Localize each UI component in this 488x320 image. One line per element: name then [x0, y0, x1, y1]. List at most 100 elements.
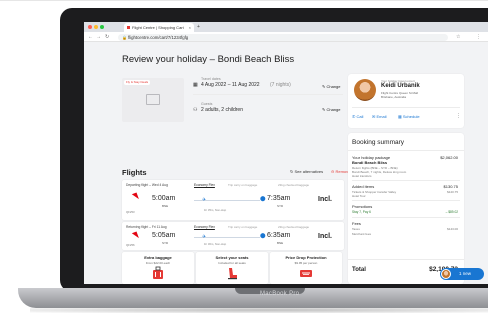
depart-time: 5:05am [152, 232, 176, 239]
segment-price: Incl. [318, 233, 333, 240]
change-dates-label: Change [326, 84, 341, 89]
change-dates-button[interactable]: ✎ Change [322, 84, 340, 89]
chat-label: 1 new [459, 271, 472, 276]
added-item-sub: Hotel Tour [352, 194, 366, 198]
new-tab-icon[interactable]: + [197, 24, 200, 30]
calendar-icon: ▦ [193, 82, 198, 88]
agent-divider [352, 107, 460, 108]
tag-icon [300, 270, 312, 277]
fees-label: Fees [352, 221, 361, 226]
see-alternatives-button[interactable]: ↻ See alternatives [290, 169, 323, 174]
close-tab-icon[interactable]: × [189, 25, 191, 30]
added-price: $130.75 [443, 184, 458, 189]
added-item-price: $120.75 [447, 190, 458, 194]
fees-merchant: Merchant fees [352, 232, 372, 236]
close-window-button[interactable] [88, 25, 92, 29]
travel-dates-value: 4 Aug 2022 – 11 Aug 2022 [201, 82, 260, 88]
change-guests-label: Change [326, 107, 341, 112]
airline-logo-icon [127, 192, 139, 203]
summary-divider [352, 180, 460, 181]
url-field[interactable]: 🔒 flightcentre.com/cart/7/1234fgfg [118, 33, 448, 41]
product-badge: Fly & Stay Deals [124, 80, 151, 85]
guests-label: Guests [201, 102, 213, 106]
depart-time: 5:00am [152, 195, 176, 202]
arrive-airport: BNE [277, 241, 284, 245]
forward-icon[interactable]: → [96, 34, 101, 40]
segment-heading: Returning flight – Fri 11 Aug [126, 225, 167, 229]
browser-tabbar: Flight Centre | Shopping Cart × + [84, 22, 488, 32]
total-label: Total [352, 267, 366, 273]
promo-label: Promotions [352, 204, 373, 209]
travel-dates-label: Travel dates [201, 77, 221, 81]
minimize-window-button[interactable] [94, 25, 98, 29]
carry-on-info: Trip carry on baggage [228, 225, 258, 229]
bookmark-icon[interactable]: ☆ [456, 34, 460, 40]
flight-number: QF253 [126, 210, 135, 214]
package-name: Bondi Beach Bliss [352, 160, 388, 165]
more-options-icon[interactable]: ⋮ [456, 113, 461, 119]
email-label: Email [376, 114, 387, 119]
suitcase-icon [153, 266, 163, 279]
extra-subtitle: From $22.00 each [145, 261, 171, 265]
destination-pin-icon: ⬤ [260, 196, 266, 202]
browser-tab[interactable]: Flight Centre | Shopping Cart × [124, 23, 194, 32]
chat-avatar [441, 269, 451, 279]
summary-divider [352, 200, 460, 201]
extra-title: Select your seats [215, 255, 249, 260]
summary-divider [348, 150, 464, 151]
browser-menu-icon[interactable]: ⋮ [476, 34, 481, 40]
promo-value: – $89.02 [445, 210, 458, 214]
fees-taxes-value: $143.00 [447, 227, 458, 231]
flight-number: QF256 [126, 243, 135, 247]
fare-link[interactable]: Economy Flex [194, 225, 215, 229]
chat-button[interactable]: 1 new [440, 268, 484, 280]
added-label: Added items [352, 184, 375, 189]
flight-segment-departing[interactable]: Departing flight – Wed 4 Aug Economy Fle… [122, 180, 344, 220]
reload-icon[interactable]: ↻ [105, 34, 109, 40]
agent-address-line2: Brisbane, Australia [381, 95, 407, 99]
seat-icon [228, 268, 237, 280]
airline-logo-icon [127, 231, 139, 242]
booking-summary: Booking summary Your holiday package $2,… [348, 133, 464, 284]
email-button[interactable]: ✉ Email [372, 114, 386, 119]
maximize-window-button[interactable] [100, 25, 104, 29]
checked-baggage-info: 23kg checked baggage [278, 183, 310, 187]
scene: MacBook Pro Flight Centre | Shopping Car… [0, 0, 488, 320]
arrive-time: 7:35am [267, 195, 291, 202]
extra-title: Price Drop Protection [285, 255, 327, 260]
segment-heading: Departing flight – Wed 4 Aug [126, 183, 168, 187]
carry-on-info: Trip carry on baggage [228, 183, 258, 187]
arrive-airport: SYD [277, 204, 284, 208]
depart-airport: SYD [162, 241, 169, 245]
url-text: flightcentre.com/cart/7/1234fgfg [128, 34, 189, 40]
change-guests-button[interactable]: ✎ Change [322, 107, 340, 112]
summary-title: Booking summary [352, 139, 405, 146]
back-icon[interactable]: ← [88, 34, 93, 40]
image-placeholder-icon [146, 94, 160, 105]
agent-name: Keidi Urbanik [381, 83, 420, 89]
package-price: $2,062.00 [440, 155, 458, 160]
agent-card: Your holiday travel expert Keidi Urbanik… [348, 74, 464, 128]
price-drop-card[interactable]: Price Drop Protection $9.95 per person [270, 252, 342, 284]
schedule-button[interactable]: ▦ Schedule [398, 114, 420, 119]
product-image: Fly & Stay Deals [122, 78, 184, 122]
favicon-icon [127, 26, 130, 29]
call-button[interactable]: ✆ Call [352, 114, 363, 119]
laptop-label: MacBook Pro [260, 291, 300, 297]
see-alternatives-label: See alternatives [294, 169, 324, 174]
agent-address: Flight Centre Queen St Mall Brisbane, Aus… [381, 91, 418, 99]
fees-taxes: Taxes [352, 227, 360, 231]
select-seats-card[interactable]: Select your seats Included for all seats [196, 252, 268, 284]
flights-heading: Flights [122, 168, 147, 177]
guests-icon: ⚇ [193, 107, 198, 113]
extra-baggage-card[interactable]: Extra baggage From $22.00 each [122, 252, 194, 284]
flight-segment-returning[interactable]: Returning flight – Fri 11 Aug Economy Fl… [122, 222, 344, 250]
travel-nights: (7 nights) [270, 82, 291, 88]
lock-icon: 🔒 [122, 34, 127, 40]
browser-addressbar: ← → ↻ 🔒 flightcentre.com/cart/7/1234fgfg… [84, 32, 488, 42]
agent-avatar [354, 79, 376, 101]
plane-icon: ✈ [202, 197, 207, 203]
arrive-time: 6:35am [267, 232, 291, 239]
schedule-label: Schedule [402, 114, 420, 119]
fare-link[interactable]: Economy Flex [194, 183, 215, 187]
